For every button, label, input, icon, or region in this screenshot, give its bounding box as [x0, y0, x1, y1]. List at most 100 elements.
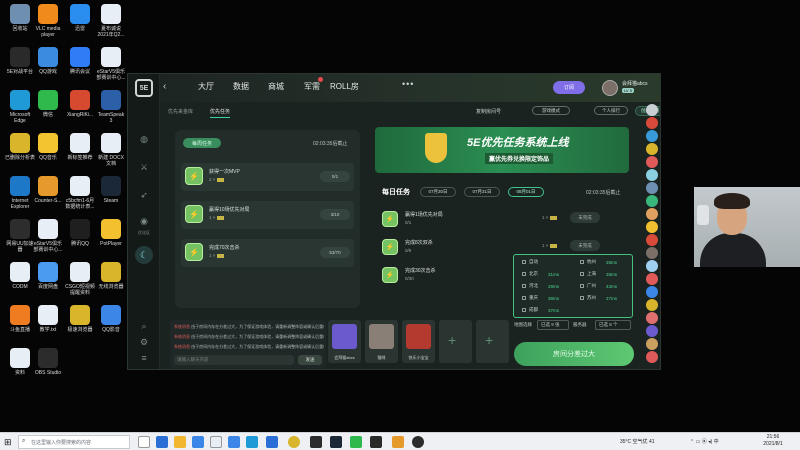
wechat-icon[interactable]: [350, 436, 362, 448]
server-option[interactable]: 上海 28ms: [580, 271, 638, 280]
start-button[interactable]: ⊞: [4, 437, 14, 447]
server-select-dropdown[interactable]: 已选 8 个: [595, 320, 631, 330]
friend-avatar[interactable]: [646, 156, 658, 168]
desktop-icon[interactable]: PotPlayer: [91, 219, 131, 247]
desktop-icon[interactable]: OBS Studio: [28, 348, 68, 376]
match-button[interactable]: 房间分差过大: [514, 342, 634, 366]
steam-icon[interactable]: [330, 436, 342, 448]
desktop-icon[interactable]: eStarV5俱乐 部赛训中心...: [91, 47, 131, 81]
weekly-task-row[interactable]: ⚡ 获得一次MVP 2 × 0/1: [181, 163, 354, 191]
server-option[interactable]: 成都 37ms: [522, 307, 580, 316]
empty-party-slot[interactable]: +: [439, 320, 472, 363]
subtab-priority-tasks[interactable]: 优先任务: [210, 108, 230, 115]
desktop-icon[interactable]: QQ影音: [91, 305, 131, 333]
search-icon[interactable]: ⌕: [137, 321, 151, 335]
friend-avatar[interactable]: [646, 247, 658, 259]
desktop-icon[interactable]: 新建 DOCX 文档: [91, 133, 131, 167]
gear-icon[interactable]: ⚙: [137, 337, 151, 351]
date-pill[interactable]: 07月31日: [464, 187, 500, 197]
friend-avatar[interactable]: [646, 117, 658, 129]
weather-indicator[interactable]: 35°C 空气优 41: [620, 438, 655, 445]
chrome-icon[interactable]: [288, 436, 300, 448]
date-pill[interactable]: 07月30日: [420, 187, 456, 197]
friend-avatar[interactable]: [646, 312, 658, 324]
checkbox[interactable]: [522, 295, 526, 300]
desktop-icon[interactable]: TeamSpeak 3: [91, 90, 131, 124]
qq-icon[interactable]: [370, 436, 382, 448]
friend-avatar[interactable]: [646, 195, 658, 207]
menu-icon[interactable]: ≡: [137, 353, 151, 367]
friend-avatar[interactable]: [646, 104, 658, 116]
server-option[interactable]: 北京 31ms: [522, 271, 580, 280]
tray-icons[interactable]: ⌃ ▭ ⦿ ◂) 中: [690, 438, 719, 445]
checkbox[interactable]: [522, 271, 526, 276]
store-icon[interactable]: [192, 436, 204, 448]
checkbox[interactable]: [580, 259, 584, 264]
crescent-icon[interactable]: ☾: [135, 246, 153, 264]
more-tabs-button[interactable]: •••: [402, 79, 414, 89]
server-option[interactable]: 广州 43ms: [580, 283, 638, 292]
globe-icon[interactable]: ◍: [137, 134, 151, 148]
friend-avatar[interactable]: [646, 351, 658, 363]
friend-avatar[interactable]: [646, 299, 658, 311]
rocket-icon[interactable]: ➶: [137, 190, 151, 204]
subtab-vault[interactable]: 优先来金库: [168, 108, 193, 115]
checkbox[interactable]: [522, 307, 526, 312]
friend-avatar[interactable]: [646, 325, 658, 337]
friend-avatar[interactable]: [646, 273, 658, 285]
tab-0[interactable]: 大厅: [198, 81, 214, 92]
clock[interactable]: 21:56 2021/8/1: [755, 434, 791, 448]
daily-task-row[interactable]: ⚡ 赢得1场优先对局 0/1 1 × 未完成: [375, 209, 605, 233]
swords-icon[interactable]: ⚔: [137, 162, 151, 176]
server-option[interactable]: 自动: [522, 259, 580, 268]
tab-3[interactable]: 军需: [304, 81, 320, 92]
promo-banner[interactable]: 5E优先任务系统上线 赢优先券兑换限定饰品: [375, 127, 629, 173]
friend-avatar[interactable]: [646, 169, 658, 181]
csgo-icon[interactable]: [392, 436, 404, 448]
back-arrow-icon[interactable]: ‹: [163, 81, 166, 92]
friend-avatar[interactable]: [646, 143, 658, 155]
notepad-icon[interactable]: [210, 436, 222, 448]
map-select-dropdown[interactable]: 已选 9 张: [537, 320, 569, 330]
checkbox[interactable]: [580, 271, 584, 276]
server-option[interactable]: 杭州 28ms: [580, 259, 638, 268]
weekly-task-row[interactable]: ⚡ 完成70次击杀 1 × 53/70: [181, 239, 354, 267]
tab-4[interactable]: ROLL房: [330, 81, 359, 92]
friend-avatar[interactable]: [646, 338, 658, 350]
desktop-icon[interactable]: Steam: [91, 176, 131, 204]
task-view-icon[interactable]: [138, 436, 150, 448]
solo-rank-button[interactable]: 个人排行: [594, 106, 628, 115]
subscribe-button[interactable]: 订阅: [553, 81, 585, 94]
server-option[interactable]: 苏州 27ms: [580, 295, 638, 304]
checkbox[interactable]: [522, 283, 526, 288]
friend-avatar[interactable]: [646, 221, 658, 233]
app-icon[interactable]: [228, 436, 240, 448]
obs-icon[interactable]: [412, 436, 424, 448]
checkbox[interactable]: [580, 295, 584, 300]
desktop-icon[interactable]: 夏布诚说 2021年Q2...: [91, 4, 131, 38]
game-mode-select[interactable]: 游戏模式: [532, 106, 570, 115]
desktop-icon[interactable]: 无线浏览器: [91, 262, 131, 290]
app-icon[interactable]: [266, 436, 278, 448]
party-member-slot[interactable]: 会拜猫abcs: [328, 320, 361, 363]
server-option[interactable]: 河北 29ms: [522, 283, 580, 292]
friend-avatar[interactable]: [646, 234, 658, 246]
checkbox[interactable]: [522, 259, 526, 264]
server-option[interactable]: 重庆 38ms: [522, 295, 580, 304]
friend-avatar[interactable]: [646, 130, 658, 142]
5e-app-icon[interactable]: [310, 436, 322, 448]
copy-room-link[interactable]: 复制房间号: [476, 108, 501, 115]
friend-avatar[interactable]: [646, 208, 658, 220]
tab-1[interactable]: 数据: [233, 81, 249, 92]
empty-party-slot[interactable]: +: [476, 320, 509, 363]
friend-avatar[interactable]: [646, 286, 658, 298]
wifi-icon[interactable]: ◉: [137, 216, 151, 230]
explorer-icon[interactable]: [174, 436, 186, 448]
party-member-slot[interactable]: 快乐小宝宝: [402, 320, 435, 363]
weekly-task-row[interactable]: ⚡ 赢得10场优先对局 1 × 3/10: [181, 201, 354, 229]
edge-icon[interactable]: [156, 436, 168, 448]
friend-avatar[interactable]: [646, 182, 658, 194]
avatar[interactable]: [602, 80, 618, 96]
chat-input[interactable]: 请输入聊天内容: [174, 355, 294, 365]
ie-icon[interactable]: [246, 436, 258, 448]
